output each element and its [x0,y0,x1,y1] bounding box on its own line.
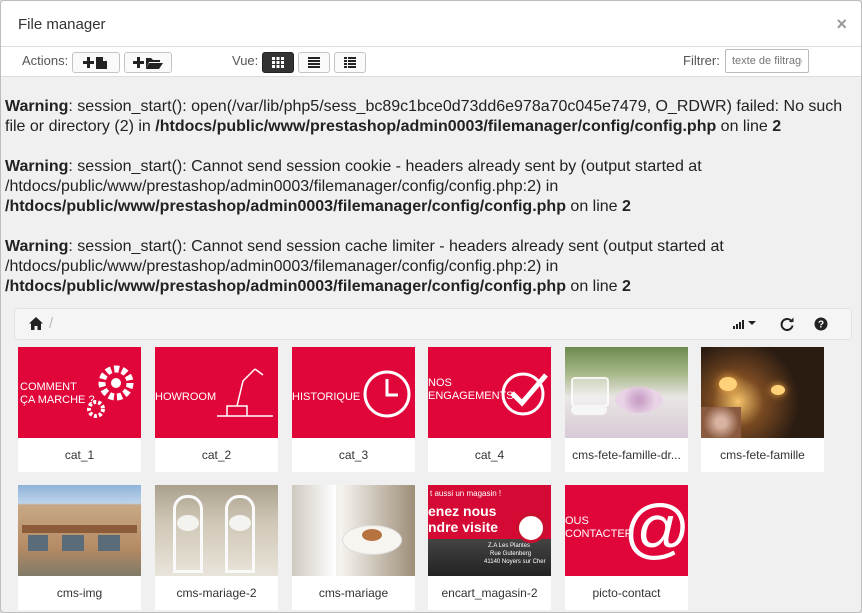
upload-file-button[interactable] [72,52,120,73]
breadcrumb-separator: / [49,315,54,332]
filter-label: Filtrer: [683,53,720,68]
breadcrumb: / ? [14,308,852,340]
thumbnail-text: OUS CONTACTER [565,515,633,540]
add-file-icon [83,56,107,69]
file-name: cms-mariage-2 [176,586,257,600]
thumbnail: COMMENT ÇA MARCHE ? [18,347,141,438]
view-grid-button[interactable] [262,52,294,73]
gears-icon [87,365,134,418]
thumbnail: NOS ENGAGEMENTS [428,347,551,438]
file-name: cms-fete-famille-dr... [572,448,681,462]
file-item[interactable]: cms-fete-famille [701,347,824,472]
list-icon [308,57,320,68]
sort-icon[interactable] [733,317,757,331]
add-folder-icon [133,56,163,69]
warning-line-text: on line [716,118,773,135]
grid-icon [272,57,284,68]
file-manager-modal: File manager × Actions: Vue: Filtrer: te… [0,0,862,613]
file-name: cms-img [56,586,103,600]
store-line: 41140 Noyers sur Cher [484,559,546,565]
warning-text: : session_start(): Cannot send session c… [5,158,702,195]
filter-input[interactable] [725,49,809,73]
file-item[interactable]: HISTORIQUE cat_3 [292,347,415,472]
warning-line-text: on line [565,198,623,215]
thumbnail [701,347,824,438]
warning-path: /htdocs/public/www/prestashop/admin0003/… [5,198,566,215]
warning-label: Warning [5,238,69,255]
view-list-button[interactable] [298,52,330,73]
file-name: cat_4 [474,448,505,462]
warning-line-text: on line [565,278,623,295]
warning-text: : session_start(): Cannot send session c… [5,238,724,275]
view-columns-button[interactable] [334,52,366,73]
store-line: t aussi un magasin ! [430,489,502,498]
actions-label: Actions: [22,53,69,68]
check-icon [501,372,548,416]
vue-label: Vue: [232,53,259,68]
file-name: cat_1 [64,448,95,462]
columns-icon [344,57,356,68]
lamp-icon [217,368,273,417]
warning-message: Warning: session_start(): Cannot send se… [5,157,861,217]
warning-path: /htdocs/public/www/prestashop/admin0003/… [155,118,717,135]
warning-path: /htdocs/public/www/prestashop/admin0003/… [5,278,566,295]
file-item[interactable]: HOWROOM cat_2 [155,347,278,472]
thumbnail [292,485,415,576]
store-line: enez nous [428,503,497,519]
file-name: cat_3 [338,448,369,462]
file-item[interactable]: t aussi un magasin ! enez nous ndre visi… [428,485,551,610]
warning-message: Warning: session_start(): open(/var/lib/… [5,97,861,137]
thumbnail: t aussi un magasin ! enez nous ndre visi… [428,485,551,576]
store-line: Rue Gutenberg [490,551,532,557]
svg-text:@: @ [627,497,687,563]
store-line: ndre visite [428,519,499,535]
file-item[interactable]: cms-img [18,485,141,610]
modal-header: File manager × [1,1,861,47]
home-icon[interactable] [29,317,43,330]
warning-line: 2 [772,118,782,135]
toolbar: Actions: Vue: Filtrer: texte de filtrage [1,47,861,77]
modal-title: File manager [18,16,106,33]
thumbnail: HOWROOM [155,347,278,438]
thumbnail [18,485,141,576]
warning-message: Warning: session_start(): Cannot send se… [5,237,861,297]
new-folder-button[interactable] [124,52,172,73]
thumbnail: HISTORIQUE [292,347,415,438]
clock-icon [363,370,411,418]
thumbnail: OUS CONTACTER @ [565,485,688,576]
file-item[interactable]: cms-mariage-2 [155,485,278,610]
warning-label: Warning [5,98,69,115]
file-item[interactable]: cms-fete-famille-dr... [565,347,688,472]
file-name: picto-contact [592,586,661,600]
file-item[interactable]: cms-mariage [292,485,415,610]
store-line: Z.A Les Plantes [488,543,531,549]
file-item[interactable]: NOS ENGAGEMENTS cat_4 [428,347,551,472]
file-name: cat_2 [201,448,232,462]
at-sign-icon: @ [627,497,687,563]
file-item[interactable]: COMMENT ÇA MARCHE ? cat_1 [18,347,141,472]
thumbnail [155,485,278,576]
svg-text:?: ? [818,320,824,331]
warning-label: Warning [5,158,69,175]
thumbnail-text: HISTORIQUE [292,391,361,403]
refresh-icon[interactable] [780,317,794,331]
file-name: cms-mariage [318,586,389,600]
help-icon[interactable]: ? [814,317,828,331]
php-warnings: Warning: session_start(): open(/var/lib/… [5,97,861,317]
warning-line: 2 [622,278,631,295]
file-name: encart_magasin-2 [441,586,538,600]
thumbnail [565,347,688,438]
warning-line: 2 [622,198,631,215]
file-item[interactable]: OUS CONTACTER @ picto-contact [565,485,688,610]
close-icon[interactable]: × [836,15,847,33]
file-name: cms-fete-famille [720,448,805,462]
